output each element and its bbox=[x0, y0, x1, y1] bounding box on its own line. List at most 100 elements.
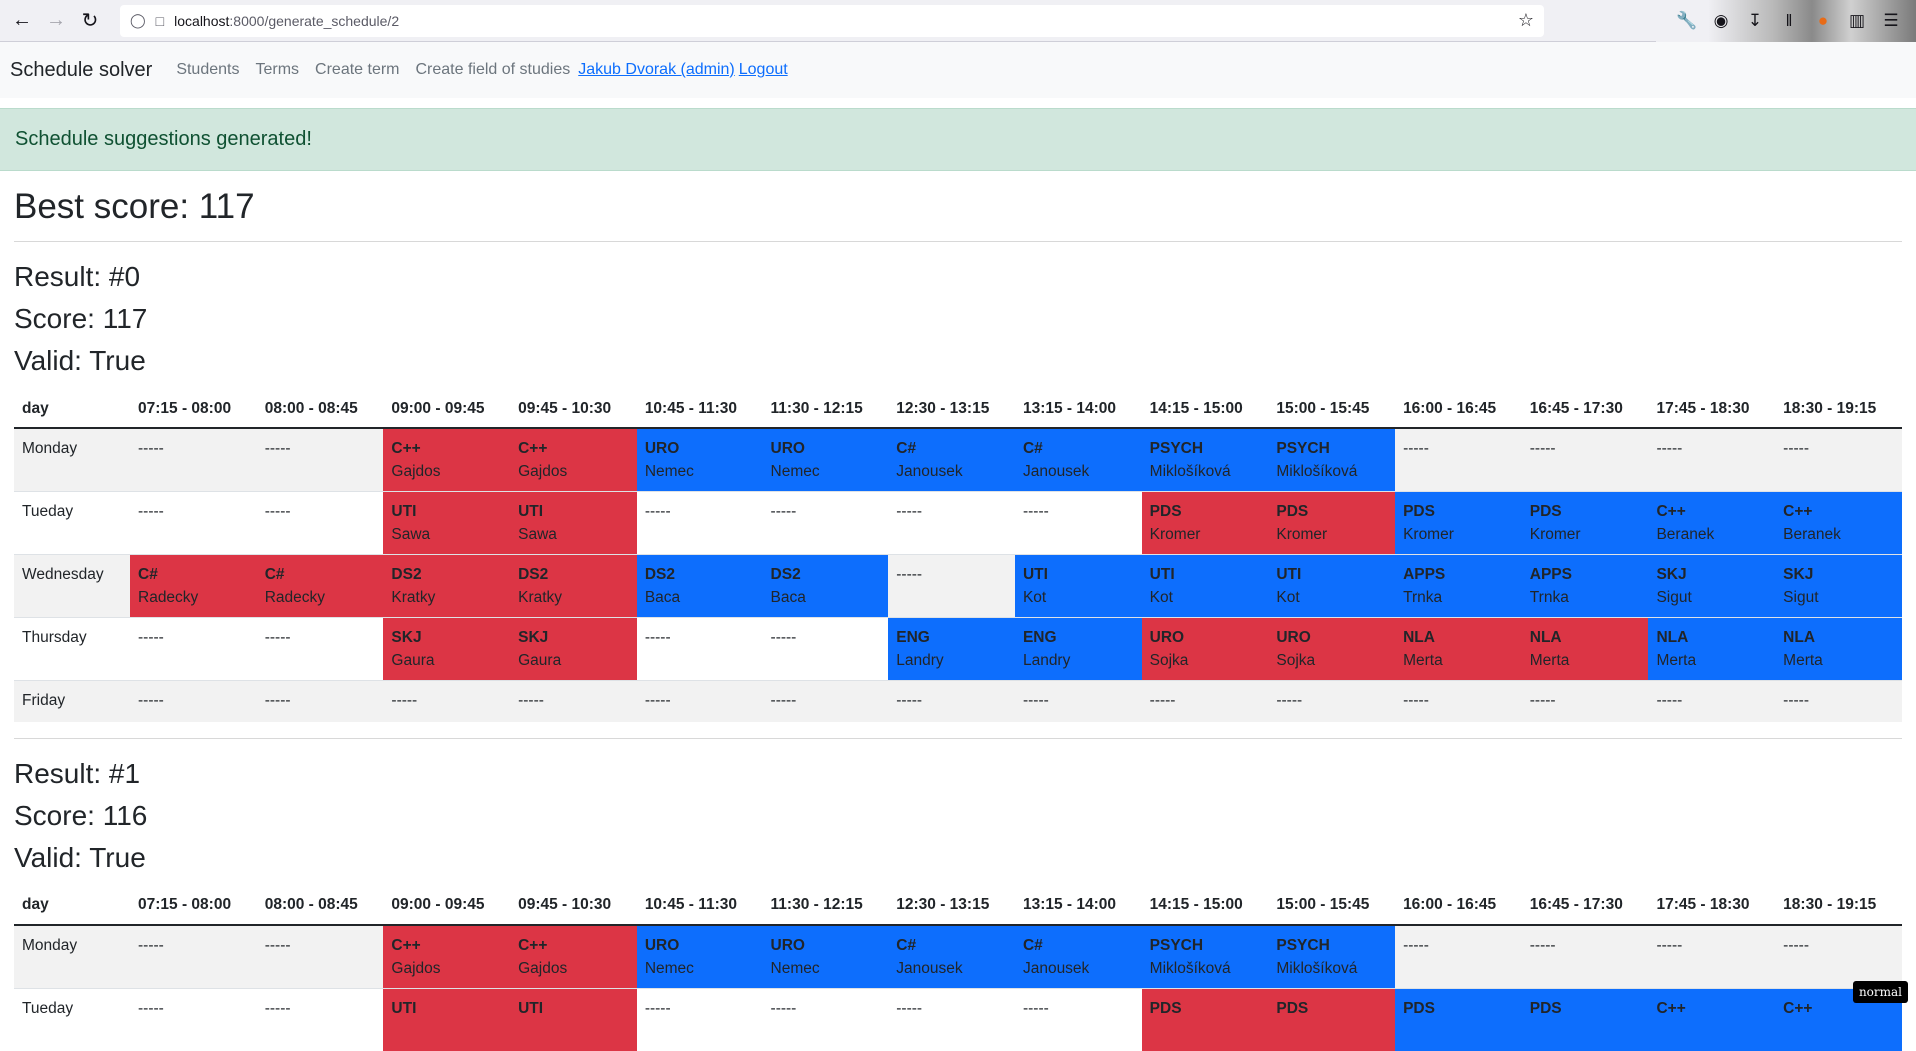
logout-link[interactable]: Logout bbox=[739, 61, 788, 79]
subject-code: NLA bbox=[1656, 626, 1767, 649]
day-label: Thursday bbox=[14, 618, 130, 681]
user-link[interactable]: Jakub Dvorak (admin) bbox=[578, 61, 735, 79]
url-bar[interactable]: ◯ □ localhost:8000/generate_schedule/2 ☆ bbox=[120, 5, 1544, 37]
empty-slot: ----- bbox=[637, 681, 763, 722]
subject-code: UTI bbox=[1276, 563, 1387, 586]
teacher-name: Trnka bbox=[1530, 586, 1641, 609]
column-header-time: 09:00 - 09:45 bbox=[383, 887, 510, 925]
column-header-time: 09:45 - 10:30 bbox=[510, 887, 637, 925]
teacher-name: Kratky bbox=[518, 586, 629, 609]
reload-icon[interactable]: ↻ bbox=[74, 5, 106, 37]
result-result: Result: #1 bbox=[14, 753, 1902, 795]
library-icon[interactable]: ‖ bbox=[1772, 5, 1806, 37]
subject-code: C++ bbox=[1783, 500, 1894, 523]
empty-slot: ----- bbox=[130, 428, 257, 492]
column-header-time: 10:45 - 11:30 bbox=[637, 887, 763, 925]
empty-slot: ----- bbox=[1015, 681, 1142, 722]
lesson-slot: C#Janousek bbox=[888, 925, 1015, 989]
star-icon[interactable]: ☆ bbox=[1518, 10, 1534, 31]
subject-code: C# bbox=[265, 563, 376, 586]
teacher-name: Janousek bbox=[1023, 957, 1134, 980]
lesson-slot: C#Janousek bbox=[888, 428, 1015, 492]
lesson-slot: C#Janousek bbox=[1015, 428, 1142, 492]
teacher-name: Miklošíková bbox=[1276, 460, 1387, 483]
empty-slot: ----- bbox=[1522, 428, 1649, 492]
teacher-name: Miklošíková bbox=[1150, 957, 1261, 980]
lesson-slot: UTISawa bbox=[383, 492, 510, 555]
teacher-name: Sawa bbox=[518, 523, 629, 546]
lesson-slot: C++Beranek bbox=[1775, 492, 1902, 555]
day-label: Monday bbox=[14, 925, 130, 989]
empty-slot: ----- bbox=[1775, 681, 1902, 722]
nav-create-field-of-studies[interactable]: Create field of studies bbox=[416, 61, 571, 79]
table-row: Tueday----------UTISawaUTISawa----------… bbox=[14, 492, 1902, 555]
subject-code: URO bbox=[1150, 626, 1261, 649]
extension-icon[interactable]: ● bbox=[1806, 5, 1840, 37]
column-header-time: 08:00 - 08:45 bbox=[257, 887, 384, 925]
download-icon[interactable]: ↧ bbox=[1738, 5, 1772, 37]
empty-slot: ----- bbox=[1775, 428, 1902, 492]
empty-slot: ----- bbox=[888, 492, 1015, 555]
teacher-name: Kromer bbox=[1150, 523, 1261, 546]
lesson-slot: NLAMerta bbox=[1522, 618, 1649, 681]
menu-icon[interactable]: ☰ bbox=[1874, 5, 1908, 37]
forward-arrow-icon[interactable]: → bbox=[40, 5, 72, 37]
empty-slot: ----- bbox=[1395, 925, 1522, 989]
teacher-name: Gajdos bbox=[518, 460, 629, 483]
lesson-slot: UTISawa bbox=[510, 492, 637, 555]
subject-code: NLA bbox=[1530, 626, 1641, 649]
subject-code: SKJ bbox=[1656, 563, 1767, 586]
day-label: Tueday bbox=[14, 492, 130, 555]
empty-slot: ----- bbox=[763, 681, 889, 722]
teacher-name: Miklošíková bbox=[1150, 460, 1261, 483]
teacher-name: Nemec bbox=[645, 957, 755, 980]
lesson-slot: UTIKot bbox=[1268, 555, 1395, 618]
lesson-slot: NLAMerta bbox=[1775, 618, 1902, 681]
empty-slot: ----- bbox=[637, 492, 763, 555]
basket-icon[interactable]: ▥ bbox=[1840, 5, 1874, 37]
column-header-time: 09:00 - 09:45 bbox=[383, 390, 510, 428]
toolbar-right: 🔧 ◉ ↧ ‖ ● ▥ ☰ bbox=[1656, 0, 1916, 42]
lesson-slot: PDSKromer bbox=[1142, 492, 1269, 555]
teacher-name: Kot bbox=[1023, 586, 1134, 609]
teacher-name: Gajdos bbox=[391, 957, 502, 980]
nav-students[interactable]: Students bbox=[176, 61, 239, 79]
column-header-time: 11:30 - 12:15 bbox=[763, 390, 889, 428]
teacher-name: Sojka bbox=[1150, 649, 1261, 672]
empty-slot: ----- bbox=[1648, 681, 1775, 722]
lesson-slot: PSYCHMiklošíková bbox=[1142, 428, 1269, 492]
column-header-time: 12:30 - 13:15 bbox=[888, 390, 1015, 428]
lesson-slot: C++Gajdos bbox=[383, 428, 510, 492]
app-navbar: Schedule solver Students Terms Create te… bbox=[0, 42, 1916, 98]
subject-code: PDS bbox=[1150, 500, 1261, 523]
lesson-slot: UTI bbox=[383, 988, 510, 1051]
pocket-icon[interactable]: ◉ bbox=[1704, 5, 1738, 37]
success-alert: Schedule suggestions generated! bbox=[0, 108, 1916, 171]
table-row: Thursday----------SKJGauraSKJGaura------… bbox=[14, 618, 1902, 681]
empty-slot: ----- bbox=[1268, 681, 1395, 722]
empty-slot: ----- bbox=[130, 925, 257, 989]
lesson-slot: NLAMerta bbox=[1648, 618, 1775, 681]
subject-code: PDS bbox=[1530, 500, 1641, 523]
column-header-time: 18:30 - 19:15 bbox=[1775, 887, 1902, 925]
teacher-name: Landry bbox=[896, 649, 1007, 672]
wrench-icon[interactable]: 🔧 bbox=[1670, 5, 1704, 37]
lesson-slot: DS2Kratky bbox=[383, 555, 510, 618]
nav-create-term[interactable]: Create term bbox=[315, 61, 399, 79]
back-arrow-icon[interactable]: ← bbox=[6, 5, 38, 37]
teacher-name: Baca bbox=[645, 586, 755, 609]
teacher-name: Miklošíková bbox=[1276, 957, 1387, 980]
shield-icon[interactable]: ◯ bbox=[130, 12, 146, 29]
lesson-slot: UTI bbox=[510, 988, 637, 1051]
empty-slot: ----- bbox=[1015, 988, 1142, 1051]
subject-code: PSYCH bbox=[1276, 437, 1387, 460]
day-label: Monday bbox=[14, 428, 130, 492]
lesson-slot: UROSojka bbox=[1142, 618, 1269, 681]
best-score: Best score: 117 bbox=[14, 187, 1902, 227]
lesson-slot: URONemec bbox=[763, 925, 889, 989]
teacher-name: Beranek bbox=[1783, 523, 1894, 546]
nav-terms[interactable]: Terms bbox=[255, 61, 299, 79]
table-row: Monday----------C++GajdosC++GajdosURONem… bbox=[14, 925, 1902, 989]
subject-code: PDS bbox=[1276, 500, 1387, 523]
brand[interactable]: Schedule solver bbox=[10, 59, 152, 82]
